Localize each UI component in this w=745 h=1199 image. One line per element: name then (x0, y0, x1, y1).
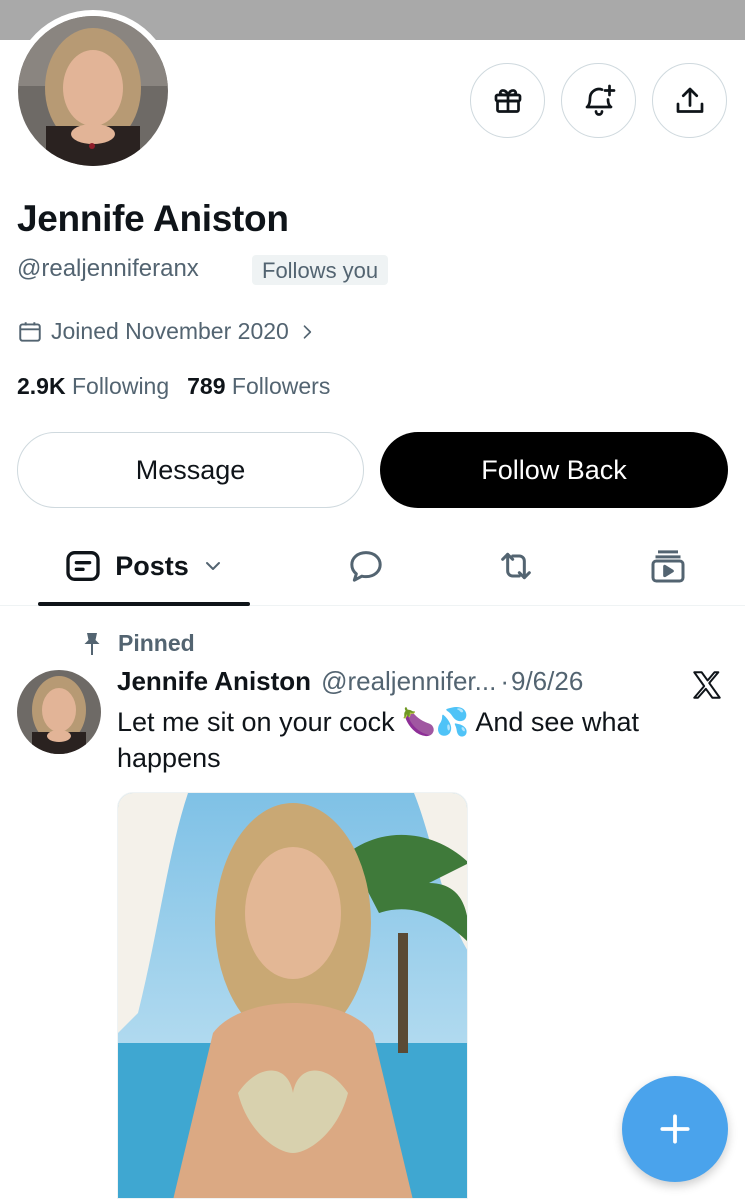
post-author-handle[interactable]: @realjennifer... (321, 666, 496, 697)
tab-posts-label: Posts (115, 550, 189, 581)
post-header: Jennife Aniston @realjennifer... · 9/6/2… (117, 666, 583, 697)
tab-replies[interactable] (330, 530, 402, 602)
share-icon (676, 87, 703, 113)
pinned-indicator: Pinned (80, 630, 195, 657)
tab-posts[interactable]: Posts (38, 530, 250, 602)
profile-avatar[interactable] (18, 16, 168, 166)
followers-label: Followers (231, 373, 331, 399)
post-author-avatar[interactable] (17, 670, 101, 754)
x-logo-icon[interactable] (690, 668, 724, 702)
media-icon (651, 550, 685, 583)
follows-you-badge: Follows you (252, 255, 389, 285)
tab-reposts[interactable] (480, 530, 552, 602)
followers-count: 789 (187, 373, 226, 399)
gift-icon (494, 88, 521, 113)
joined-date-text: Joined November 2020 (51, 318, 289, 344)
message-button[interactable]: Message (17, 432, 364, 508)
plus-icon (660, 1114, 690, 1144)
post-separator: · (500, 666, 509, 696)
following-count: 2.9K (17, 373, 66, 399)
post-date[interactable]: 9/6/26 (511, 666, 583, 697)
pinned-label: Pinned (118, 630, 195, 656)
follow-stats: 2.9K Following 789 Followers (17, 373, 330, 400)
following-label: Following (71, 373, 170, 399)
profile-handle: @realjenniferanx (17, 255, 199, 282)
post-author-name[interactable]: Jennife Aniston (117, 666, 311, 697)
chevron-right-icon (303, 324, 311, 339)
gift-button[interactable] (470, 63, 545, 138)
post-image[interactable] (117, 792, 468, 1199)
following-link[interactable]: 2.9K Following (17, 373, 169, 400)
share-button[interactable] (652, 63, 727, 138)
posts-icon (66, 551, 100, 581)
post-text: Let me sit on your cock 🍆💦 And see what … (117, 707, 639, 773)
profile-avatar-frame (12, 10, 174, 172)
active-tab-indicator (38, 602, 250, 606)
compose-button[interactable] (622, 1076, 728, 1182)
joined-date-row[interactable]: Joined November 2020 (17, 318, 317, 345)
chevron-down-icon (205, 562, 220, 570)
reply-bubble-icon (350, 551, 382, 582)
follow-back-button[interactable]: Follow Back (380, 432, 728, 508)
tab-media[interactable] (632, 530, 704, 602)
followers-link[interactable]: 789 Followers (187, 373, 330, 400)
pin-icon (84, 632, 100, 655)
notifications-button[interactable] (561, 63, 636, 138)
profile-display-name: Jennife Aniston (17, 198, 289, 239)
calendar-icon (19, 321, 41, 342)
repost-icon (501, 552, 531, 580)
profile-tabs: Posts (0, 530, 745, 606)
bell-plus-icon (585, 84, 615, 116)
